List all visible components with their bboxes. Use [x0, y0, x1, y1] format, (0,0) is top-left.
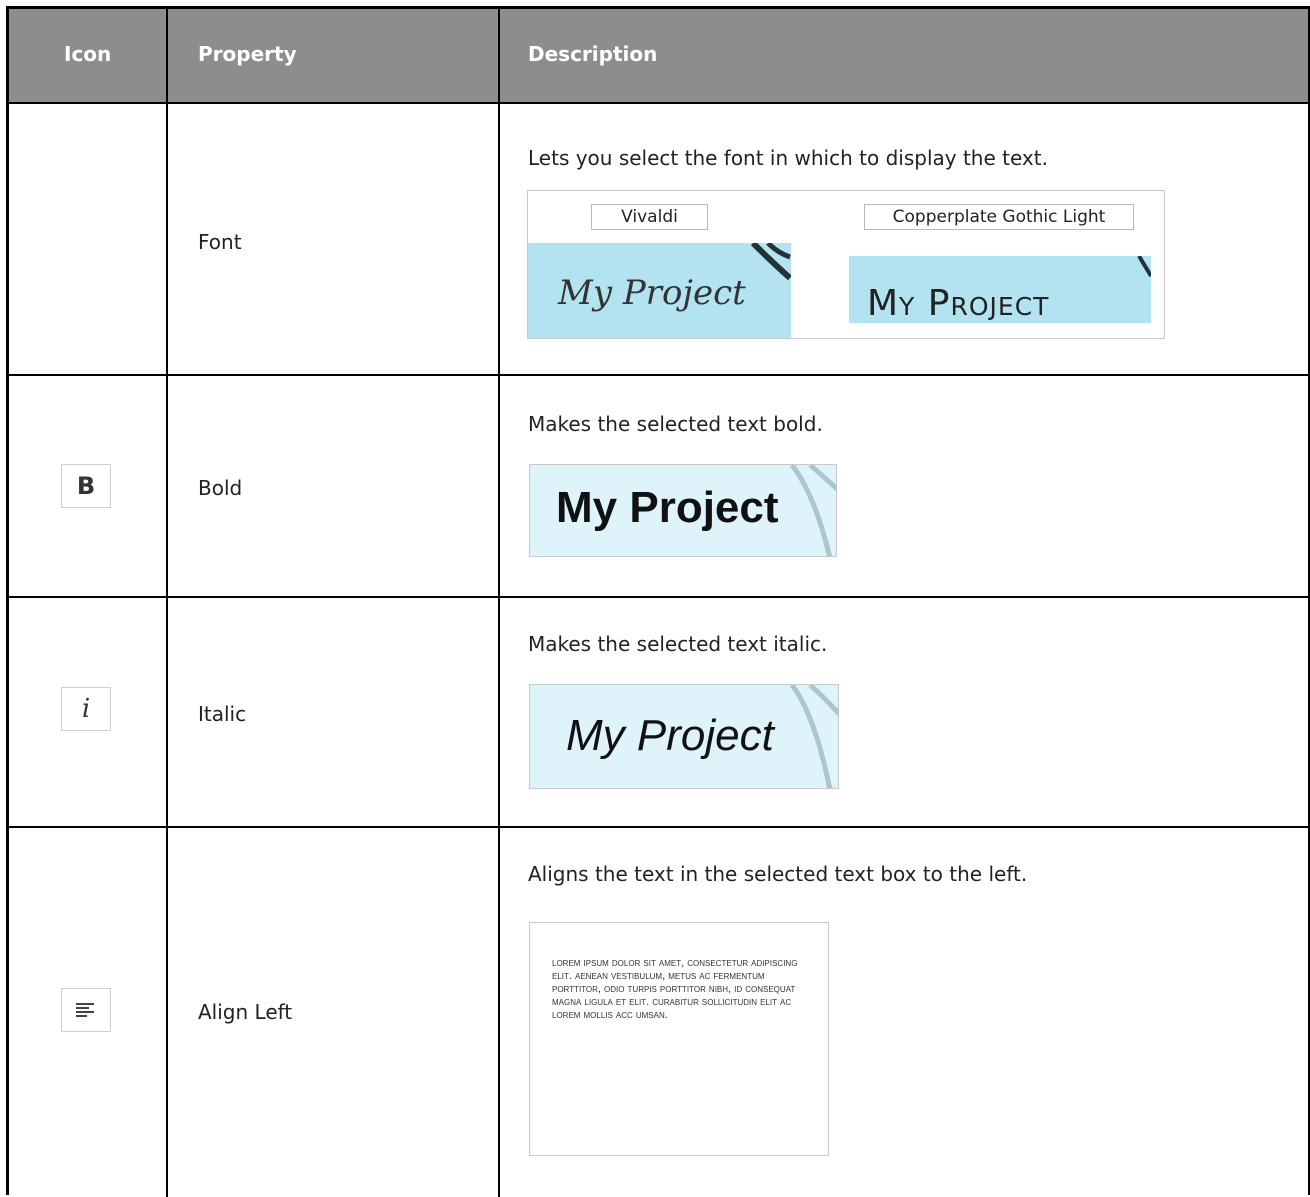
- column-divider: [498, 598, 500, 828]
- bold-example-image: My Project: [529, 464, 837, 557]
- table-row: Font Lets you select the font in which t…: [6, 102, 1310, 376]
- italic-glyph: i: [81, 694, 91, 724]
- align-left-example-image: Lorem ipsum dolor sit amet, consectetur …: [529, 922, 829, 1156]
- copperplate-sample-swatch-top: [849, 256, 1151, 284]
- bold-sample-text: My Project: [556, 483, 779, 532]
- align-left-icon: [61, 988, 111, 1032]
- font-example-image: Vivaldi Copperplate Gothic Light My Proj…: [527, 190, 1165, 339]
- column-divider: [498, 828, 500, 1197]
- vivaldi-sample-swatch: My Project: [528, 243, 791, 338]
- lorem-sample-text: Lorem ipsum dolor sit amet, consectetur …: [552, 957, 798, 1021]
- italic-icon: i: [61, 687, 111, 731]
- column-divider: [166, 6, 168, 102]
- copperplate-sample-text: My Project: [867, 283, 1050, 323]
- header-description: Description: [528, 42, 658, 66]
- table-row: i Italic Makes the selected text italic.…: [6, 596, 1310, 828]
- copperplate-sample-swatch: My Project: [849, 283, 1151, 323]
- column-divider: [498, 6, 500, 102]
- table-header: Icon Property Description: [6, 6, 1310, 102]
- property-label: Italic: [198, 702, 247, 726]
- italic-sample-text: My Project: [566, 711, 774, 760]
- column-divider: [498, 376, 500, 598]
- column-divider: [498, 104, 500, 376]
- bold-icon: B: [61, 464, 111, 508]
- font-label-copperplate: Copperplate Gothic Light: [864, 204, 1134, 230]
- property-label: Bold: [198, 476, 243, 500]
- column-divider: [166, 376, 168, 598]
- header-icon: Icon: [64, 42, 112, 66]
- italic-example-image: My Project: [529, 684, 839, 789]
- swatch-decoration: [1137, 256, 1151, 278]
- table-row: B Bold Makes the selected text bold. My …: [6, 374, 1310, 598]
- column-divider: [166, 104, 168, 376]
- description-text: Aligns the text in the selected text box…: [528, 862, 1028, 886]
- font-label-vivaldi: Vivaldi: [591, 204, 708, 230]
- property-label: Align Left: [198, 1000, 293, 1024]
- vivaldi-sample-text: My Project: [558, 273, 746, 313]
- column-divider: [166, 828, 168, 1197]
- column-divider: [166, 598, 168, 828]
- header-property: Property: [198, 42, 297, 66]
- align-left-glyph: [76, 1003, 94, 1017]
- description-text: Lets you select the font in which to dis…: [528, 146, 1048, 170]
- description-text: Makes the selected text italic.: [528, 632, 828, 656]
- bold-glyph: B: [76, 472, 96, 500]
- description-text: Makes the selected text bold.: [528, 412, 823, 436]
- table-row: Align Left Aligns the text in the select…: [6, 826, 1310, 1197]
- property-label: Font: [198, 230, 242, 254]
